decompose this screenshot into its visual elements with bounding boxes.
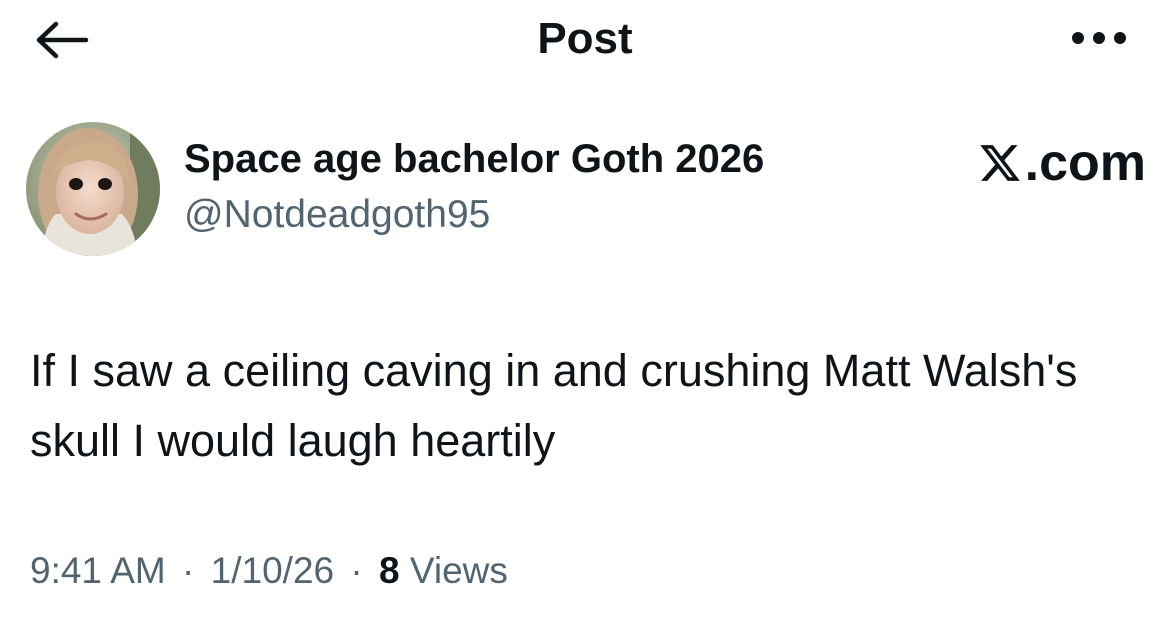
more-options-button[interactable] [1064, 18, 1134, 58]
more-horizontal-icon [1072, 32, 1126, 44]
meta-separator: · [182, 550, 195, 591]
author-display-name[interactable]: Space age bachelor Goth 2026 [184, 134, 764, 184]
post-text: If I saw a ceiling caving in and crushin… [30, 345, 1078, 466]
avatar[interactable] [26, 122, 160, 256]
x-com-watermark: .com [978, 134, 1146, 192]
post-time[interactable]: 9:41 AM [30, 550, 166, 591]
meta-separator: · [350, 550, 363, 591]
x-logo-icon [979, 145, 1020, 181]
post-date[interactable]: 1/10/26 [211, 550, 334, 591]
author-handle[interactable]: @Notdeadgoth95 [184, 192, 490, 238]
views-count[interactable]: 8 [379, 550, 400, 591]
post-metadata: 9:41 AM · 1/10/26 · 8 Views [30, 546, 508, 596]
page-title: Post [537, 14, 633, 63]
views-label[interactable]: Views [410, 550, 508, 591]
top-bar: Post [0, 0, 1170, 80]
brand-domain-text: .com [1024, 134, 1146, 192]
author-row: Space age bachelor Goth 2026 @Notdeadgot… [26, 122, 1146, 258]
